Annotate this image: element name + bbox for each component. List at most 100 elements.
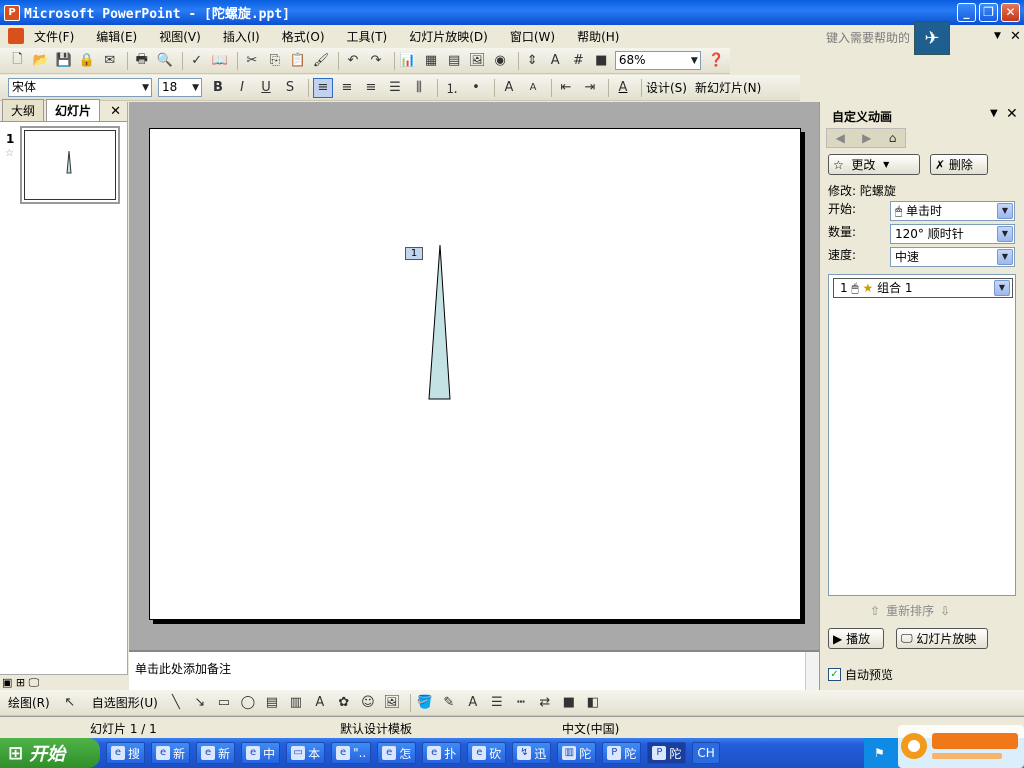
show-formatting-icon[interactable]: A [546, 51, 565, 71]
fill-color-icon[interactable]: 🪣 [415, 693, 435, 713]
shadow-style-icon[interactable]: ■ [559, 693, 579, 713]
print-preview-icon[interactable]: 🔍 [155, 51, 174, 71]
slideshow-button[interactable]: 🖵 幻灯片放映 [896, 628, 988, 649]
menu-view[interactable]: 视图(V) [155, 26, 205, 47]
align-left-icon[interactable]: ≡ [313, 77, 333, 98]
taskbar-item[interactable]: e ".. [331, 742, 372, 764]
undo-icon[interactable]: ↶ [343, 51, 362, 71]
insert-table-icon[interactable]: ▦ [422, 51, 441, 71]
taskbar-item[interactable]: e新 [151, 742, 191, 764]
expand-all-icon[interactable]: ⇕ [523, 51, 542, 71]
numbering-icon[interactable]: ⒈ [442, 78, 462, 98]
textbox-icon[interactable]: ▤ [262, 693, 282, 713]
decrease-indent-icon[interactable]: ⇤ [556, 78, 576, 98]
insert-picture-icon[interactable]: 🖼 [468, 51, 487, 71]
play-button[interactable]: ▶ 播放 [828, 628, 884, 649]
start-button[interactable]: ⊞ 开始 [0, 738, 100, 768]
italic-icon[interactable]: I [232, 78, 252, 98]
menu-tools[interactable]: 工具(T) [343, 26, 392, 47]
animation-list[interactable]: 1 🖱 ★ 组合 1 ▼ [828, 274, 1016, 596]
powerpoint-icon[interactable]: P [4, 4, 20, 21]
autopreview-option[interactable]: ✓ 自动预览 [828, 666, 893, 683]
increase-font-icon[interactable]: A [499, 78, 519, 98]
permission-icon[interactable]: 🔒 [77, 51, 96, 71]
copy-icon[interactable]: ⎘ [265, 51, 284, 71]
pane-menu-icon[interactable]: ▼ [990, 108, 998, 119]
insert-chart-icon[interactable]: 📊 [398, 51, 417, 71]
close-icon[interactable]: ✕ [1006, 106, 1018, 122]
wordart-icon[interactable]: A [310, 693, 330, 713]
start-select[interactable]: 🖱 单击时 ▼ [890, 201, 1015, 221]
color-grayscale-icon[interactable]: ■ [592, 51, 611, 71]
justify-icon[interactable]: ☰ [385, 78, 405, 98]
research-icon[interactable]: 📖 [210, 51, 229, 71]
tab-slides[interactable]: 幻灯片 [46, 99, 101, 121]
decrease-font-icon[interactable]: A [523, 78, 543, 98]
animation-item[interactable]: 1 🖱 ★ 组合 1 ▼ [833, 278, 1013, 298]
grid-icon[interactable]: # [569, 51, 588, 71]
taskbar-item[interactable]: e怎 [377, 742, 417, 764]
distribute-icon[interactable]: ⫼ [409, 78, 429, 98]
taskbar-item[interactable]: e搜 [106, 742, 146, 764]
underline-icon[interactable]: U [256, 78, 276, 98]
sorter-view-icon[interactable]: ⊞ [16, 676, 25, 689]
taskbar-item[interactable]: ↯ 迅 [512, 742, 552, 764]
menu-slideshow[interactable]: 幻灯片放映(D) [405, 26, 492, 47]
remove-effect-button[interactable]: ✗ 删除 [930, 154, 988, 175]
menu-file[interactable]: 文件(F) [30, 26, 78, 47]
menu-help[interactable]: 帮助(H) [573, 26, 623, 47]
cut-icon[interactable]: ✂ [242, 51, 261, 71]
email-icon[interactable]: ✉ [100, 51, 119, 71]
picture-icon[interactable]: 🖼 [382, 693, 402, 713]
spelling-icon[interactable]: ✓ [187, 51, 206, 71]
diagram-icon[interactable]: ◉ [491, 51, 510, 71]
bullets-icon[interactable]: • [466, 78, 486, 98]
move-up-icon[interactable]: ⇧ [870, 604, 880, 618]
dash-style-icon[interactable]: ┅ [511, 693, 531, 713]
amount-select[interactable]: 120° 顺时针 ▼ [890, 224, 1015, 244]
font-size-select[interactable]: 18 ▼ [158, 78, 202, 97]
close-button[interactable]: ✕ [1001, 3, 1020, 22]
restore-button[interactable]: ❐ [979, 3, 998, 22]
slideshow-view-icon[interactable]: 🖵 [29, 676, 40, 690]
document-icon[interactable] [8, 28, 24, 44]
rectangle-icon[interactable]: ▭ [214, 693, 234, 713]
move-down-icon[interactable]: ⇩ [940, 604, 950, 618]
3d-style-icon[interactable]: ◧ [583, 693, 603, 713]
new-icon[interactable]: 🗋 [8, 51, 27, 71]
speed-select[interactable]: 中速 ▼ [890, 247, 1015, 267]
draw-menu[interactable]: 绘图(R) [8, 694, 50, 711]
back-icon[interactable]: ◀ [836, 131, 845, 145]
vertical-textbox-icon[interactable]: ▥ [286, 693, 306, 713]
menu-edit[interactable]: 编辑(E) [92, 26, 141, 47]
open-icon[interactable]: 📂 [31, 51, 50, 71]
align-right-icon[interactable]: ≡ [361, 78, 381, 98]
increase-indent-icon[interactable]: ⇥ [580, 78, 600, 98]
taskbar-item[interactable]: e扑 [422, 742, 462, 764]
taskbar-item[interactable]: e中 [241, 742, 281, 764]
item-dropdown[interactable]: ▼ [992, 280, 1010, 296]
select-objects-icon[interactable]: ↖ [60, 693, 80, 713]
notes-pane[interactable]: 单击此处添加备注 [129, 650, 819, 692]
taskbar-item-active[interactable]: P陀 [647, 742, 687, 764]
change-effect-button[interactable]: ☆ 更改 ▼ [828, 154, 920, 175]
new-slide-button[interactable]: 新幻灯片(N) [695, 79, 761, 96]
taskbar-item[interactable]: e新 [196, 742, 236, 764]
menu-window[interactable]: 窗口(W) [506, 26, 559, 47]
design-button[interactable]: 设计(S) [646, 79, 687, 96]
format-painter-icon[interactable]: 🖌 [311, 51, 330, 71]
help-dropdown-icon[interactable]: ▼ [994, 31, 1001, 41]
paste-icon[interactable]: 📋 [288, 51, 307, 71]
tab-outline[interactable]: 大纲 [2, 99, 45, 121]
font-select[interactable]: 宋体 ▼ [8, 78, 152, 97]
line-color-icon[interactable]: ✎ [439, 693, 459, 713]
animation-order-tag[interactable]: 1 [405, 247, 423, 260]
oval-icon[interactable]: ◯ [238, 693, 258, 713]
print-icon[interactable]: 🖶 [132, 51, 151, 71]
taskbar-item[interactable]: ▥ 陀 [557, 742, 597, 764]
align-center-icon[interactable]: ≡ [337, 78, 357, 98]
minimize-button[interactable]: _ [957, 3, 976, 22]
menu-insert[interactable]: 插入(I) [219, 26, 264, 47]
redo-icon[interactable]: ↷ [366, 51, 385, 71]
language-indicator[interactable]: CH [692, 742, 720, 764]
